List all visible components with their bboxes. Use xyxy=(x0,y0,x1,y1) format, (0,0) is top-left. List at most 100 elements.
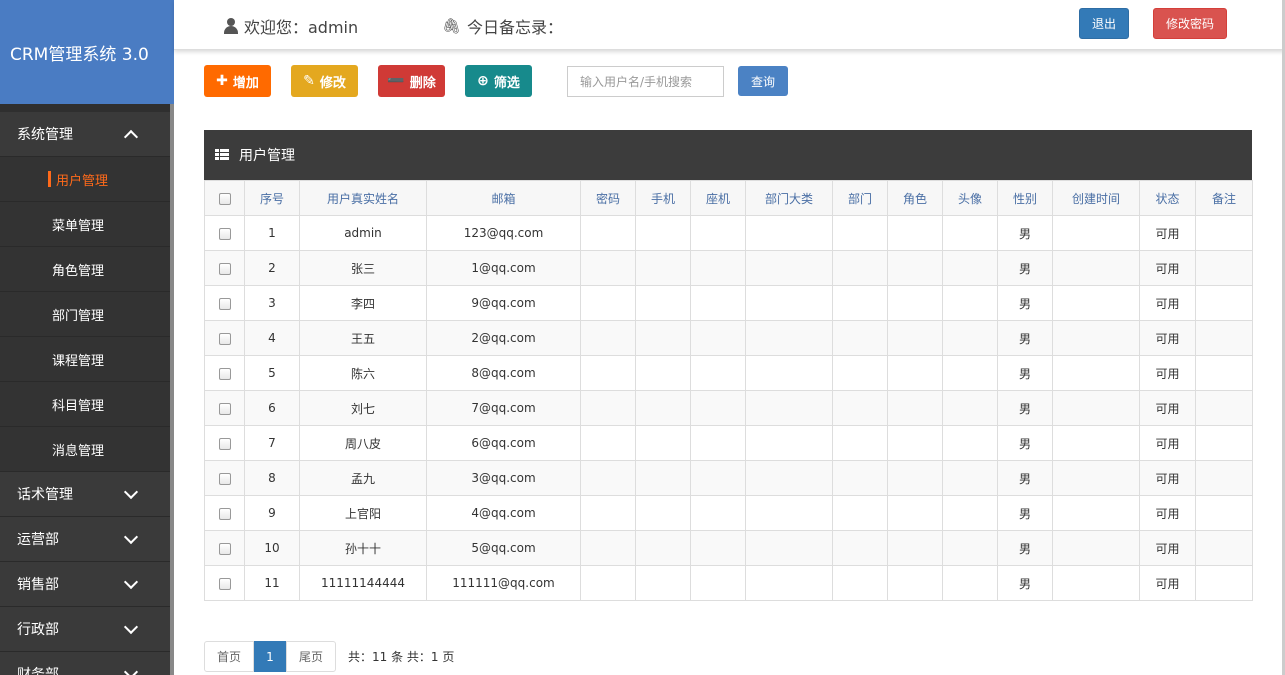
table-cell: 可用 xyxy=(1139,495,1196,531)
row-checkbox[interactable] xyxy=(218,367,231,380)
chevron-up-icon xyxy=(123,129,139,144)
column-header[interactable]: 手机 xyxy=(635,180,691,216)
sidebar: CRM管理系统 3.0 系统管理 用户管理 菜单管理 角色管理 部门管理 课程管… xyxy=(0,0,174,675)
last-page-button[interactable]: 尾页 xyxy=(286,641,336,672)
sidebar-item-messages[interactable]: 消息管理 xyxy=(0,427,170,472)
sidebar-item-users[interactable]: 用户管理 xyxy=(0,157,170,202)
table-cell xyxy=(745,460,833,496)
table-row[interactable]: 7 周八皮 6@qq.com 男 可用 xyxy=(204,425,1253,461)
column-header[interactable]: 密码 xyxy=(580,180,636,216)
table-cell: 男 xyxy=(997,285,1053,321)
row-checkbox[interactable] xyxy=(218,437,231,450)
column-header[interactable]: 头像 xyxy=(942,180,998,216)
table-row[interactable]: 6 刘七 7@qq.com 男 可用 xyxy=(204,390,1253,426)
edit-label: 修改 xyxy=(319,75,346,91)
table-cell xyxy=(1195,565,1253,601)
first-page-button[interactable]: 首页 xyxy=(204,641,254,672)
plus-icon: ✚ xyxy=(216,73,228,89)
row-checkbox[interactable] xyxy=(218,332,231,345)
table-row[interactable]: 11 11111144444 111111@qq.com 男 可用 xyxy=(204,565,1253,601)
column-header[interactable]: 备注 xyxy=(1195,180,1253,216)
row-checkbox[interactable] xyxy=(218,297,231,310)
edit-button[interactable]: ✎ 修改 xyxy=(291,65,358,97)
row-checkbox[interactable] xyxy=(218,262,231,275)
table-cell xyxy=(1052,320,1140,356)
table-row[interactable]: 10 孙十十 5@qq.com 男 可用 xyxy=(204,530,1253,566)
table-cell xyxy=(745,495,833,531)
table-row[interactable]: 4 王五 2@qq.com 男 可用 xyxy=(204,320,1253,356)
table-cell xyxy=(1052,390,1140,426)
row-checkbox[interactable] xyxy=(218,577,231,590)
panel-title: 用户管理 xyxy=(239,148,295,164)
row-select-cell xyxy=(204,565,245,601)
column-header[interactable]: 性别 xyxy=(997,180,1053,216)
table-cell: 可用 xyxy=(1139,285,1196,321)
sidebar-item-courses[interactable]: 课程管理 xyxy=(0,337,170,382)
menu-group-scripts[interactable]: 话术管理 xyxy=(0,472,170,517)
column-header[interactable]: 状态 xyxy=(1139,180,1196,216)
menu-group-operations[interactable]: 运营部 xyxy=(0,517,170,562)
sidebar-item-roles[interactable]: 角色管理 xyxy=(0,247,170,292)
table-cell xyxy=(635,495,691,531)
menu-group-system[interactable]: 系统管理 xyxy=(0,112,170,157)
chevron-down-icon xyxy=(123,529,139,544)
table-cell xyxy=(832,495,888,531)
delete-button[interactable]: ➖ 删除 xyxy=(378,65,445,97)
table-cell xyxy=(580,320,636,356)
row-checkbox[interactable] xyxy=(218,542,231,555)
filter-label: 筛选 xyxy=(493,75,520,91)
table-row[interactable]: 8 孟九 3@qq.com 男 可用 xyxy=(204,460,1253,496)
sidebar-item-subjects[interactable]: 科目管理 xyxy=(0,382,170,427)
menu-group-finance[interactable]: 财务部 xyxy=(0,652,170,675)
column-header[interactable]: 部门大类 xyxy=(745,180,833,216)
menu-group-admin[interactable]: 行政部 xyxy=(0,607,170,652)
row-checkbox[interactable] xyxy=(218,227,231,240)
row-select-cell xyxy=(204,215,245,251)
table-row[interactable]: 5 陈六 8@qq.com 男 可用 xyxy=(204,355,1253,391)
pencil-icon: ✎ xyxy=(303,73,315,89)
column-header[interactable]: 座机 xyxy=(690,180,746,216)
logout-button[interactable]: 退出 xyxy=(1079,8,1129,39)
current-page-button[interactable]: 1 xyxy=(254,641,286,672)
table-cell xyxy=(942,215,998,251)
chevron-down-icon xyxy=(123,664,139,675)
table-cell xyxy=(887,460,943,496)
column-header[interactable]: 角色 xyxy=(887,180,943,216)
table-row[interactable]: 9 上官阳 4@qq.com 男 可用 xyxy=(204,495,1253,531)
row-checkbox[interactable] xyxy=(218,402,231,415)
table-row[interactable]: 1 admin 123@qq.com 男 可用 xyxy=(204,215,1253,251)
column-header[interactable]: 序号 xyxy=(244,180,300,216)
query-button[interactable]: 查询 xyxy=(738,66,788,96)
chevron-down-icon xyxy=(123,484,139,499)
change-password-button[interactable]: 修改密码 xyxy=(1153,8,1227,39)
column-header[interactable]: 部门 xyxy=(832,180,888,216)
table-cell: 刘七 xyxy=(299,390,427,426)
row-checkbox[interactable] xyxy=(218,472,231,485)
table-cell xyxy=(1052,285,1140,321)
row-checkbox[interactable] xyxy=(218,507,231,520)
table-cell xyxy=(832,250,888,286)
table-cell: 8 xyxy=(244,460,300,496)
table-cell xyxy=(832,425,888,461)
column-header[interactable]: 邮箱 xyxy=(426,180,581,216)
row-select-cell xyxy=(204,320,245,356)
menu-group-sales[interactable]: 销售部 xyxy=(0,562,170,607)
table-cell: 11 xyxy=(244,565,300,601)
add-button[interactable]: ✚ 增加 xyxy=(204,65,271,97)
table-row[interactable]: 2 张三 1@qq.com 男 可用 xyxy=(204,250,1253,286)
table-cell xyxy=(1052,565,1140,601)
column-header[interactable]: 用户真实姓名 xyxy=(299,180,427,216)
select-all-checkbox[interactable] xyxy=(218,192,231,205)
table-cell xyxy=(580,355,636,391)
memo-link[interactable]: 🖇 今日备忘录： xyxy=(442,14,563,38)
sidebar-item-departments[interactable]: 部门管理 xyxy=(0,292,170,337)
filter-button[interactable]: ⊕ 筛选 xyxy=(465,65,532,97)
column-header[interactable]: 创建时间 xyxy=(1052,180,1140,216)
table-cell: 123@qq.com xyxy=(426,215,581,251)
table-cell xyxy=(887,250,943,286)
table-cell: 周八皮 xyxy=(299,425,427,461)
sidebar-item-menus[interactable]: 菜单管理 xyxy=(0,202,170,247)
search-input[interactable] xyxy=(567,66,724,97)
table-cell xyxy=(635,565,691,601)
table-row[interactable]: 3 李四 9@qq.com 男 可用 xyxy=(204,285,1253,321)
